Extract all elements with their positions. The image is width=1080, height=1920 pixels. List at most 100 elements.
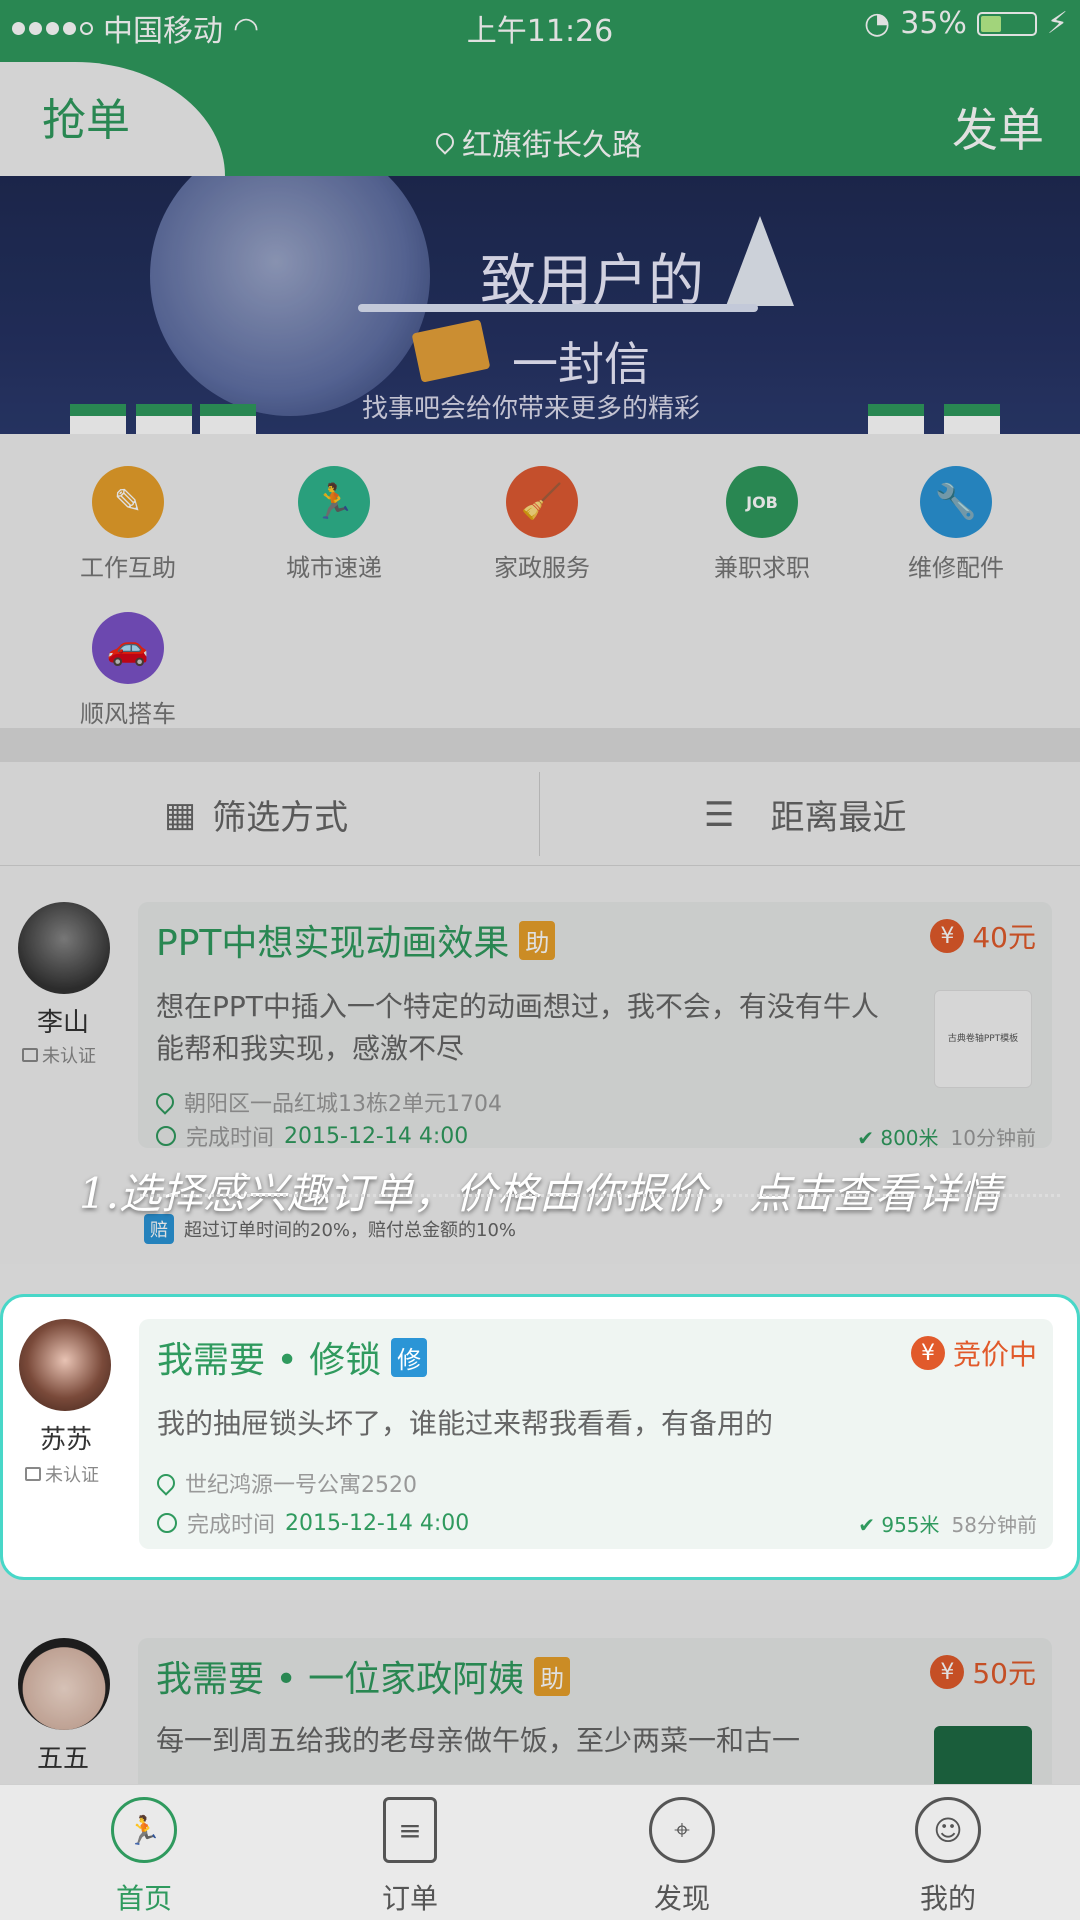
posted-ago: 58分钟前	[951, 1513, 1037, 1537]
nav-discover-label: 发现	[653, 1882, 710, 1915]
house-icon	[944, 404, 1000, 434]
promo-banner[interactable]: 致用户的 一封信 找事吧会给你带来更多的精彩	[0, 176, 1080, 434]
yen-icon: ¥	[910, 1336, 945, 1370]
house-icon	[70, 404, 126, 434]
order-time: 完成时间 2015-12-14 4:00	[157, 1507, 469, 1539]
onboarding-hint: 1.选择感兴趣订单，价格由你报价，点击查看详情	[78, 1169, 1002, 1218]
nav-home-label: 首页	[115, 1882, 172, 1915]
time-value: 2015-12-14 4:00	[284, 1123, 469, 1149]
category-label: 家政服务	[494, 554, 590, 582]
thumbnail-caption: 古典卷轴PPT模板	[947, 1034, 1019, 1044]
category-grid: ✎ 工作互助 🏃 城市速递 🧹 家政服务 JOB 兼职求职 🔧 维修配件 🚗 顺…	[0, 434, 1080, 728]
category-repair-parts[interactable]: 🔧 维修配件	[866, 466, 1046, 583]
moon-illustration	[150, 176, 430, 416]
clock-icon	[156, 1126, 176, 1146]
order-type-badge: 修	[391, 1337, 428, 1377]
status-bar: 中国移动 ◠ 上午11:26 ◔ 35% ⚡	[0, 0, 1080, 50]
order-thumbnail[interactable]: 古典卷轴PPT模板	[934, 990, 1032, 1088]
posted-ago: 10分钟前	[950, 1126, 1036, 1150]
order-meta: ✔ 800米 10分钟前	[857, 1122, 1036, 1151]
category-label: 维修配件	[908, 554, 1004, 582]
sort-nearest-button[interactable]: ☰ 距离最近	[704, 790, 906, 839]
avatar	[19, 1319, 111, 1411]
nav-discover[interactable]: ⌖ 发现	[602, 1797, 762, 1917]
highlighted-order-item[interactable]: 苏苏 未认证 我需要 • 修锁 修 ¥ 竞价中 我的抽屉锁头坏了，谁能过来帮我看看…	[0, 1294, 1080, 1580]
category-housekeeping[interactable]: 🧹 家政服务	[452, 466, 632, 583]
yen-icon: ¥	[930, 1655, 965, 1689]
time-label: 完成时间	[186, 1126, 275, 1151]
header: 抢单 红旗街长久路 发单	[0, 50, 1080, 176]
price-label: 40元	[972, 921, 1036, 954]
nav-home[interactable]: 🏃 首页	[64, 1797, 224, 1917]
tab-post-order[interactable]: 发单	[952, 94, 1044, 160]
filter-method-label: 筛选方式	[212, 798, 349, 838]
order-card[interactable]: 我需要 • 一位家政阿姨 助 ¥50元 每一到周五给我的老母亲做午饭，至少两菜一…	[138, 1638, 1052, 1824]
document-icon: ≡	[383, 1797, 437, 1863]
compass-icon: ⌖	[649, 1797, 715, 1863]
category-part-time-job[interactable]: JOB 兼职求职	[672, 466, 852, 583]
distance-text: 955米	[881, 1513, 940, 1537]
location-selector[interactable]: 红旗街长久路	[432, 120, 642, 164]
order-price: ¥ 竞价中	[910, 1333, 1037, 1373]
order-description: 我的抽屉锁头坏了，谁能过来帮我看看，有备用的	[157, 1407, 774, 1440]
banner-note: 找事吧会给你带来更多的精彩	[362, 394, 701, 424]
filter-method-button[interactable]: ▦ 筛选方式	[164, 790, 348, 839]
order-item[interactable]: 五五 我需要 • 一位家政阿姨 助 ¥50元 每一到周五给我的老母亲做午饭，至少…	[0, 1600, 1080, 1824]
battery-icon	[976, 11, 1037, 36]
order-description: 想在PPT中插入一个特定的动画想过，我不会，有没有牛人能帮和我实现，感激不尽	[156, 990, 879, 1065]
nav-me[interactable]: ☺ 我的	[868, 1797, 1028, 1917]
order-title-row: 我需要 • 一位家政阿姨 助	[156, 1650, 571, 1702]
order-type-badge: 助	[519, 920, 556, 960]
broom-icon: 🧹	[506, 466, 578, 538]
location-pin-icon	[432, 129, 458, 155]
price-label: 50元	[972, 1657, 1036, 1690]
status-right: ◔ 35% ⚡	[864, 6, 1068, 41]
id-card-icon	[25, 1467, 41, 1481]
user-name: 五五	[36, 1744, 89, 1774]
category-carpool[interactable]: 🚗 顺风搭车	[38, 612, 218, 729]
job-badge-icon: JOB	[726, 466, 798, 538]
location-pin-icon	[152, 1089, 178, 1115]
category-label: 顺风搭车	[80, 700, 176, 728]
order-title-row: 我需要 • 修锁 修	[157, 1331, 428, 1383]
cert-label: 未认证	[42, 1046, 96, 1067]
id-card-icon	[22, 1048, 38, 1062]
order-card[interactable]: PPT中想实现动画效果 助 ¥40元 想在PPT中插入一个特定的动画想过，我不会…	[138, 902, 1052, 1151]
banner-subtitle: 一封信	[512, 337, 650, 391]
time-value: 2015-12-14 4:00	[285, 1510, 470, 1536]
cert-status: 未认证	[22, 1042, 96, 1068]
nav-orders[interactable]: ≡ 订单	[330, 1797, 490, 1917]
sort-nearest-label: 距离最近	[770, 798, 907, 838]
envelope-icon	[411, 319, 491, 383]
tab-grab-label: 抢单	[42, 95, 130, 146]
distance-text: 800米	[880, 1126, 939, 1150]
wrench-icon: 🔧	[920, 466, 992, 538]
tab-grab-orders[interactable]: 抢单	[0, 62, 225, 176]
house-icon	[868, 404, 924, 434]
category-label: 城市速递	[286, 554, 382, 582]
order-address: 朝阳区一品红城13栋2单元1704	[152, 1086, 502, 1118]
charging-icon: ⚡	[1046, 6, 1068, 41]
category-label: 兼职求职	[714, 554, 810, 582]
hint-dotted-line	[140, 1194, 1060, 1197]
order-title: 我需要 • 一位家政阿姨	[156, 1659, 525, 1700]
location-pin-icon	[153, 1470, 179, 1496]
category-city-delivery[interactable]: 🏃 城市速递	[244, 466, 424, 583]
christmas-tree-icon	[726, 216, 794, 306]
section-divider	[0, 728, 1080, 762]
price-label: 竞价中	[952, 1338, 1037, 1371]
order-address: 世纪鸿源一号公寓2520	[153, 1467, 417, 1499]
user-name: 李山	[36, 1008, 89, 1038]
filter-divider	[539, 772, 540, 856]
distance: ✔ 955米	[858, 1513, 940, 1537]
avatar	[18, 1638, 110, 1730]
order-description: 每一到周五给我的老母亲做午饭，至少两菜一和古一	[156, 1724, 801, 1757]
clock-icon	[157, 1513, 177, 1533]
pen-icon: ✎	[92, 466, 164, 538]
rotation-lock-icon: ◔	[864, 6, 891, 41]
category-work-help[interactable]: ✎ 工作互助	[38, 466, 218, 583]
order-time: 完成时间 2015-12-14 4:00	[156, 1120, 468, 1152]
person-icon: ☺	[915, 1797, 981, 1863]
cert-label: 未认证	[45, 1465, 99, 1486]
order-card[interactable]: 我需要 • 修锁 修 ¥ 竞价中 我的抽屉锁头坏了，谁能过来帮我看看，有备用的 世…	[139, 1319, 1053, 1549]
